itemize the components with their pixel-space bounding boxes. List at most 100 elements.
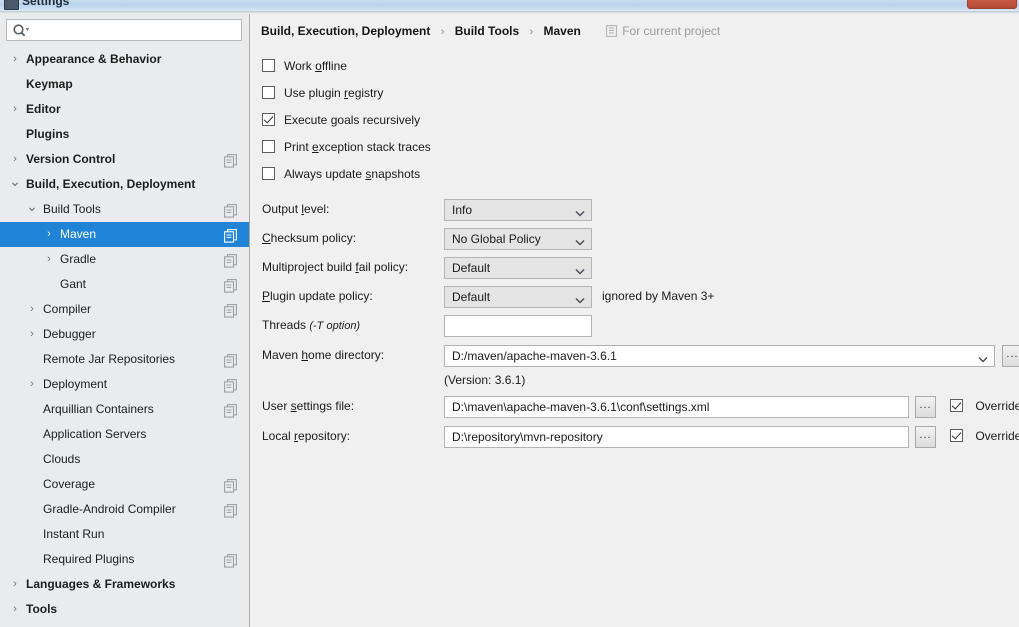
sidebar-item-application-servers[interactable]: Application Servers [0, 422, 249, 447]
breadcrumb-segment-0[interactable]: Build, Execution, Deployment [261, 24, 430, 38]
sidebar-item-instant-run[interactable]: Instant Run [0, 522, 249, 547]
maven-home-browse-button[interactable]: ... [1002, 345, 1019, 367]
chevron-right-icon[interactable]: › [8, 147, 22, 172]
local-repository-input[interactable]: D:\repository\mvn-repository [444, 426, 909, 448]
multiproject-fail-policy-select[interactable]: Default [444, 257, 592, 279]
user-settings-input[interactable]: D:\maven\apache-maven-3.6.1\conf\setting… [444, 396, 909, 418]
sidebar-item-label: Appearance & Behavior [26, 52, 162, 66]
plugin-update-policy-select[interactable]: Default [444, 286, 592, 308]
sidebar-item-keymap[interactable]: Keymap [0, 72, 249, 97]
checkbox-input[interactable] [262, 86, 275, 100]
local-repository-label: Local repository: [262, 429, 351, 443]
checkbox-input[interactable] [262, 167, 275, 181]
sidebar-item-label: Build, Execution, Deployment [26, 177, 196, 191]
sidebar-item-label: Gradle-Android Compiler [43, 502, 176, 516]
checkbox-input[interactable] [262, 140, 275, 154]
chevron-right-icon[interactable]: › [25, 372, 39, 397]
user-settings-label: User settings file: [262, 399, 355, 413]
window-titlebar: Settings [0, 0, 1019, 11]
checkbox-print-exception-stack-traces[interactable]: Print exception stack traces [262, 139, 431, 157]
window-close-button[interactable] [967, 0, 1017, 9]
sidebar-item-label: Compiler [43, 302, 92, 316]
sidebar-item-appearance-behavior[interactable]: › Appearance & Behavior [0, 47, 249, 72]
checkbox-input[interactable] [262, 59, 275, 73]
checksum-policy-label: Checksum policy: [262, 231, 357, 245]
window-title: Settings [22, 0, 70, 8]
local-repository-override[interactable]: Override [950, 428, 1019, 446]
local-repository-browse-button[interactable]: ... [915, 426, 936, 448]
chevron-down-icon[interactable] [978, 352, 988, 363]
sidebar-item-label: Version Control [26, 152, 116, 166]
checkbox-input[interactable] [262, 113, 275, 127]
app-icon [4, 0, 19, 10]
module-scope-icon [224, 252, 237, 268]
sidebar-item-compiler[interactable]: › Compiler [0, 297, 249, 322]
output-level-select[interactable]: Info [444, 199, 592, 221]
chevron-right-icon[interactable]: › [8, 47, 22, 72]
search-input[interactable] [33, 21, 241, 41]
sidebar-item-required-plugins[interactable]: Required Plugins [0, 547, 249, 572]
checkbox-execute-goals-recursively[interactable]: Execute goals recursively [262, 112, 420, 130]
sidebar-item-gant[interactable]: Gant [0, 272, 249, 297]
sidebar-item-remote-jar-repositories[interactable]: Remote Jar Repositories [0, 347, 249, 372]
breadcrumb-separator-icon: › [440, 26, 445, 38]
sidebar-item-label: Editor [26, 102, 61, 116]
sidebar-item-gradle[interactable]: › Gradle [0, 247, 249, 272]
chevron-right-icon[interactable]: › [25, 322, 39, 347]
sidebar-item-gradle-android-compiler[interactable]: Gradle-Android Compiler [0, 497, 249, 522]
breadcrumb-segment-1[interactable]: Build Tools [455, 24, 519, 38]
maven-home-input[interactable]: D:/maven/apache-maven-3.6.1 [444, 345, 995, 367]
user-settings-value: D:\maven\apache-maven-3.6.1\conf\setting… [452, 400, 710, 414]
sidebar-item-label: Build Tools [43, 202, 101, 216]
sidebar-item-languages-frameworks[interactable]: › Languages & Frameworks [0, 572, 249, 597]
sidebar-item-label: Instant Run [43, 527, 105, 541]
user-settings-browse-button[interactable]: ... [915, 396, 936, 418]
sidebar-item-coverage[interactable]: Coverage [0, 472, 249, 497]
sidebar-item-build-tools[interactable]: ⌄ Build Tools [0, 197, 249, 222]
sidebar-item-label: Maven [60, 227, 97, 241]
checksum-policy-select[interactable]: No Global Policy [444, 228, 592, 250]
chevron-down-icon[interactable]: ⌄ [25, 197, 39, 222]
chevron-right-icon[interactable]: › [42, 247, 56, 272]
user-settings-override-checkbox[interactable] [950, 399, 963, 413]
sidebar-item-editor[interactable]: › Editor [0, 97, 249, 122]
chevron-down-icon [575, 293, 585, 304]
local-repository-override-checkbox[interactable] [950, 429, 963, 443]
checkbox-label: Always update snapshots [284, 166, 421, 181]
chevron-right-icon[interactable]: › [8, 97, 22, 122]
user-settings-override[interactable]: Override [950, 398, 1019, 416]
sidebar-item-label: Remote Jar Repositories [43, 352, 176, 366]
sidebar-item-build-execution-deployment[interactable]: ⌄ Build, Execution, Deployment [0, 172, 249, 197]
chevron-right-icon[interactable]: › [25, 297, 39, 322]
settings-content: Build, Execution, Deployment › Build Too… [250, 14, 1019, 627]
sidebar-item-label: Clouds [43, 452, 81, 466]
sidebar-item-plugins[interactable]: Plugins [0, 122, 249, 147]
sidebar-item-deployment[interactable]: › Deployment [0, 372, 249, 397]
search-icon [12, 23, 30, 39]
checkbox-work-offline[interactable]: Work offline [262, 58, 347, 76]
sidebar-item-clouds[interactable]: Clouds [0, 447, 249, 472]
maven-home-label: Maven home directory: [262, 348, 385, 362]
scope-indicator: For current project [606, 24, 720, 38]
sidebar-item-maven[interactable]: › Maven [0, 222, 249, 247]
checkbox-use-plugin-registry[interactable]: Use plugin registry [262, 85, 383, 103]
chevron-right-icon[interactable]: › [8, 597, 22, 622]
plugin-update-policy-hint: ignored by Maven 3+ [602, 289, 715, 303]
settings-sidebar: › Appearance & Behavior Keymap › Editor Plugi… [0, 14, 250, 627]
search-box[interactable] [6, 19, 242, 41]
chevron-right-icon[interactable]: › [42, 222, 56, 247]
sidebar-item-arquillian-containers[interactable]: Arquillian Containers [0, 397, 249, 422]
sidebar-item-tools[interactable]: › Tools [0, 597, 249, 622]
sidebar-item-label: Plugins [26, 127, 70, 141]
maven-home-value: D:/maven/apache-maven-3.6.1 [452, 349, 617, 363]
settings-tree: › Appearance & Behavior Keymap › Editor Plugi… [0, 47, 249, 622]
chevron-down-icon[interactable]: ⌄ [8, 172, 22, 197]
sidebar-item-version-control[interactable]: › Version Control [0, 147, 249, 172]
chevron-right-icon[interactable]: › [8, 572, 22, 597]
checkbox-always-update-snapshots[interactable]: Always update snapshots [262, 166, 420, 184]
sidebar-item-label: Keymap [26, 77, 73, 91]
chevron-down-icon [575, 264, 585, 275]
sidebar-item-debugger[interactable]: › Debugger [0, 322, 249, 347]
threads-input[interactable] [444, 315, 592, 337]
field-row-local-repository: Local repository: D:\repository\mvn-repo… [262, 426, 1019, 448]
